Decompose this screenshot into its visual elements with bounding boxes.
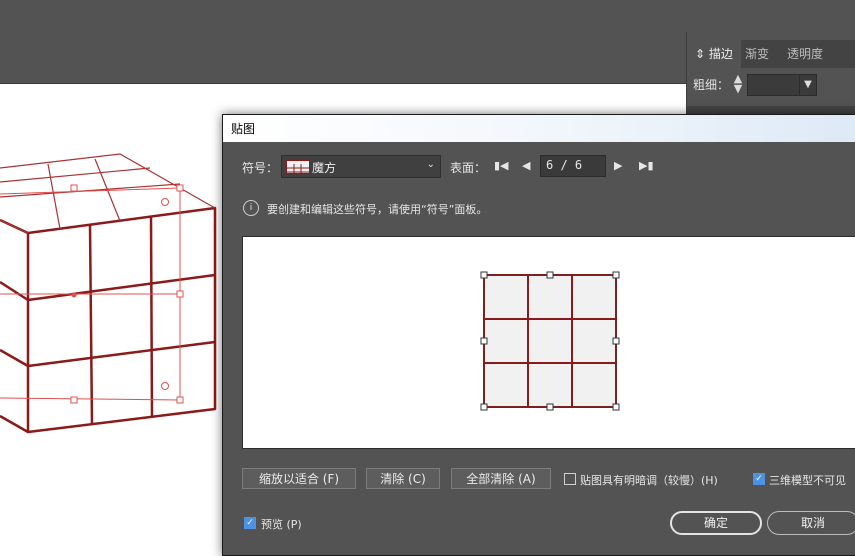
surface-label: 表面： [450, 161, 487, 175]
surface-page-field[interactable]: 6 / 6 [540, 155, 606, 177]
panel-tab-strip: ⇕ 描边 渐变 透明度 [687, 40, 855, 68]
symbol-value: 魔方 [312, 161, 337, 175]
tab-stroke-label: 描边 [708, 47, 733, 61]
preview-checkbox[interactable]: ✓ [244, 517, 256, 529]
tab-stroke[interactable]: ⇕ 描边 [687, 40, 741, 68]
preview-label: 预览 (P) [261, 518, 302, 531]
symbol-select[interactable]: 魔方 ⌄ [281, 155, 441, 178]
tab-gradient[interactable]: 渐变 [737, 40, 777, 68]
dialog-body: 符号： 魔方 ⌄ 表面： ▮◀ ◀ 6 / 6 ▶ ▶▮ i 要创建和编辑这些符… [223, 142, 855, 555]
dialog-titlebar[interactable]: 贴图 [223, 115, 855, 142]
invisible-label: 三维模型不可见 [769, 474, 846, 487]
info-icon: i [243, 200, 259, 216]
clear-all-button[interactable]: 全部清除 (A) [451, 468, 551, 489]
collapse-icon: ⇕ [695, 47, 706, 61]
next-surface-icon[interactable]: ▶ [614, 159, 622, 172]
last-surface-icon[interactable]: ▶▮ [639, 159, 654, 172]
map-art-dialog: 贴图 符号： 魔方 ⌄ 表面： ▮◀ ◀ 6 / 6 ▶ ▶▮ i 要创建和编辑… [222, 114, 855, 556]
art-preview-area[interactable] [242, 236, 855, 449]
surface-preview [480, 271, 620, 411]
chevron-down-icon: ⌄ [426, 159, 435, 170]
fit-button[interactable]: 缩放以适合 (F) [242, 468, 356, 489]
shade-label: 贴图具有明暗调（较慢）(H) [580, 474, 718, 487]
weight-dropdown[interactable]: ▼ [799, 74, 817, 96]
clear-button[interactable]: 清除 (C) [366, 468, 440, 489]
cube-artwork[interactable] [0, 84, 240, 444]
weight-label: 粗细： [693, 78, 730, 92]
tab-transparency[interactable]: 透明度 [779, 40, 831, 68]
symbol-label: 符号： [242, 161, 279, 175]
dialog-title: 贴图 [231, 122, 256, 136]
first-surface-icon[interactable]: ▮◀ [494, 159, 509, 172]
shade-checkbox[interactable] [564, 473, 576, 485]
info-text: 要创建和编辑这些符号，请使用“符号”面板。 [267, 203, 488, 216]
cancel-button[interactable]: 取消 [767, 511, 855, 535]
prev-surface-icon[interactable]: ◀ [522, 159, 530, 172]
ok-button[interactable]: 确定 [670, 511, 762, 535]
weight-stepper[interactable]: ▲ ▼ [731, 73, 745, 94]
invisible-checkbox[interactable]: ✓ [753, 473, 765, 485]
surface-page-value: 6 / 6 [546, 158, 583, 172]
symbol-swatch-icon [286, 160, 310, 176]
weight-input[interactable] [747, 74, 801, 96]
